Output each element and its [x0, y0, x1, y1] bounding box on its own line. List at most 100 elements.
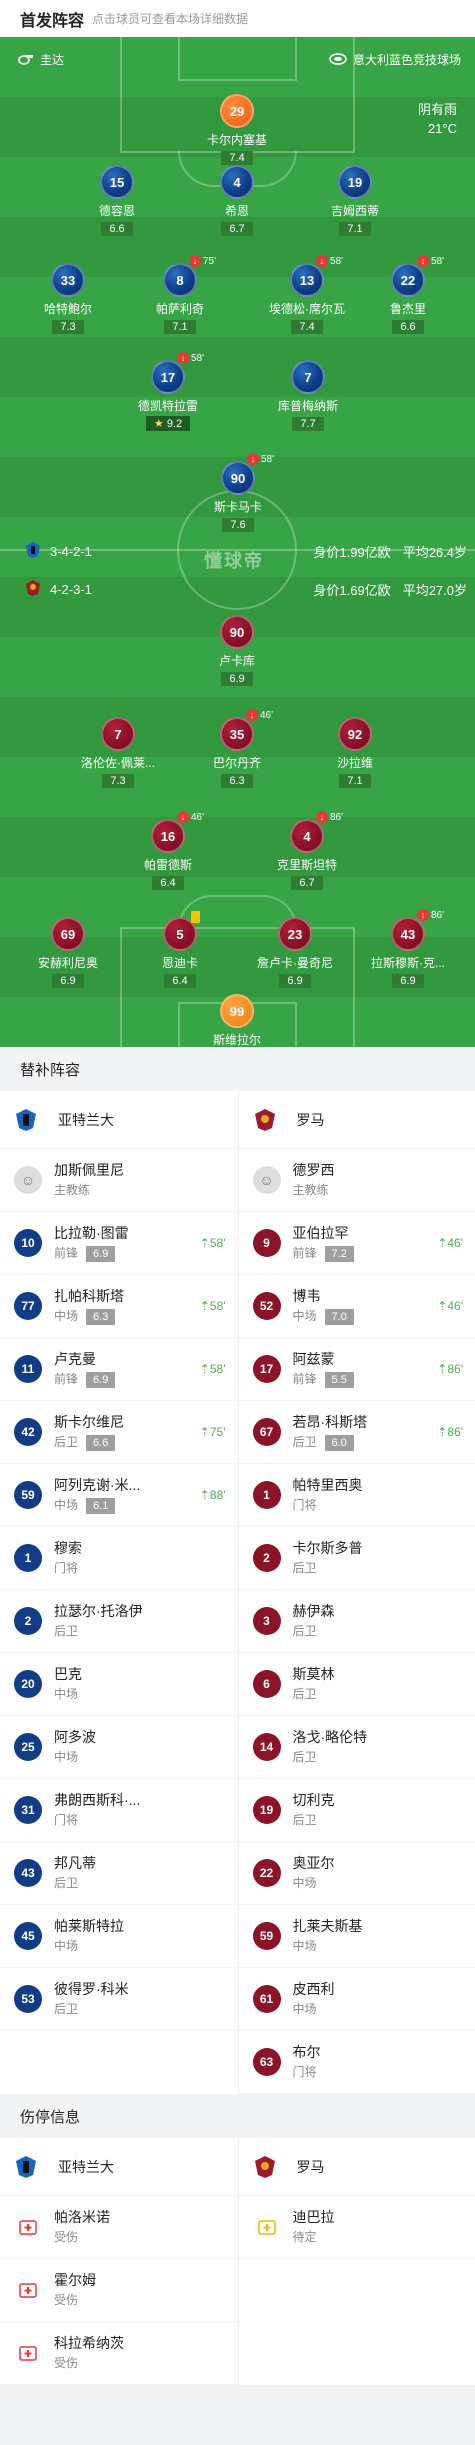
away-injury-team-name: 罗马: [296, 2158, 325, 2175]
home-sub-row[interactable]: 25 阿多波 中场: [0, 1716, 238, 1779]
sub-position: 后卫: [292, 1750, 317, 1764]
away-sub-row[interactable]: 9 亚伯拉罕 前锋 7.2 ⇡46': [238, 1212, 475, 1275]
sub-on-minute: 86': [447, 1362, 463, 1376]
away-player[interactable]: 5 恩迪卡 6.4: [130, 911, 230, 989]
player-rating: 6.4: [152, 876, 184, 890]
away-team-row[interactable]: 罗马: [238, 1091, 475, 1149]
sub-name: 阿兹蒙: [292, 1351, 335, 1367]
sub-position: 中场: [54, 1498, 79, 1512]
home-player[interactable]: 90 ↓ 58' 斯卡马卡 7.6: [188, 453, 288, 533]
away-sub-row[interactable]: 3 赫伊森 后卫: [238, 1590, 475, 1653]
sub-name: 赫伊森: [292, 1603, 335, 1619]
home-sub-row[interactable]: 53 彼得罗·科米 后卫: [0, 1968, 238, 2031]
sub-on-minute: 46': [447, 1236, 463, 1250]
home-sub-row[interactable]: 45 帕莱斯特拉 中场: [0, 1905, 238, 1968]
home-player[interactable]: 29 卡尔内塞基 7.4: [187, 94, 287, 166]
away-player[interactable]: 35 ↓ 46' 巴尔丹齐 6.3: [187, 709, 287, 789]
away-player[interactable]: 16 ↓ 46' 帕雷德斯 6.4: [118, 811, 218, 891]
away-formation-row: 4-2-3-1 身价1.69亿欧 平均27.0岁: [26, 580, 467, 599]
home-player[interactable]: 15 德容恩 6.6: [67, 165, 167, 237]
player-name: 洛伦佐·佩莱...: [81, 756, 155, 770]
home-sub-row[interactable]: 31 弗朗西斯科·... 门将: [0, 1779, 238, 1842]
home-sub-row[interactable]: 42 斯卡尔维尼 后卫 6.6 ⇡75': [0, 1401, 238, 1464]
away-sub-row[interactable]: 2 卡尔斯多普 后卫: [238, 1527, 475, 1590]
player-number: 7: [101, 717, 135, 751]
sub-name: 扎莱夫斯基: [292, 1918, 363, 1934]
home-sub-row[interactable]: 20 巴克 中场: [0, 1653, 238, 1716]
home-player[interactable]: 33 哈特鲍尔 7.3: [18, 263, 118, 335]
home-sub-row[interactable]: 11 卢克曼 前锋 6.9 ⇡58': [0, 1338, 238, 1401]
player-rating-value: 7.1: [347, 775, 363, 787]
player-rating-value: 7.7: [300, 418, 316, 430]
sub-name: 拉瑟尔·托洛伊: [54, 1603, 143, 1619]
sub-position-line: 门将: [54, 1810, 140, 1830]
sub-on-arrow-icon: ⇡: [437, 1425, 448, 1439]
sub-info: 帕莱斯特拉 中场: [54, 1916, 124, 1956]
home-player[interactable]: 4 希恩 6.7: [187, 165, 287, 237]
sub-position-line: 中场 6.1: [54, 1495, 140, 1515]
player-ball-wrap: 69: [51, 917, 85, 951]
home-player[interactable]: 22 ↓ 58' 鲁杰里 6.6: [358, 255, 458, 335]
player-rating: 7.4: [221, 151, 253, 165]
sub-minute: 86': [431, 910, 445, 921]
away-player[interactable]: 7 洛伦佐·佩莱... 7.3: [68, 717, 168, 789]
home-player[interactable]: 8 ↓ 75' 帕萨利奇 7.1: [130, 255, 230, 335]
away-sub-row[interactable]: 67 若昂·科斯塔 后卫 6.0 ⇡86': [238, 1401, 475, 1464]
home-player[interactable]: 7 库普梅纳斯 7.7: [258, 360, 358, 432]
home-player[interactable]: 17 ↓ 58' 德凯特拉雷 ★ 9.2: [118, 352, 218, 432]
away-player[interactable]: 99斯维拉尔7.8: [187, 994, 287, 1047]
atalanta-logo-icon: [14, 1108, 38, 1132]
away-sub-row[interactable]: 17 阿兹蒙 前锋 5.5 ⇡86': [238, 1338, 475, 1401]
home-player[interactable]: 13 ↓ 58' 埃德松·席尔瓦 7.4: [257, 255, 357, 335]
home-injury-row[interactable]: 帕洛米诺 受伤: [0, 2196, 238, 2259]
player-name: 哈特鲍尔: [43, 302, 92, 316]
home-sub-row[interactable]: 10 比拉勒·图雷 前锋 6.9 ⇡58': [0, 1212, 238, 1275]
home-sub-row[interactable]: 43 邦凡蒂 后卫: [0, 1842, 238, 1905]
sub-name: 切利克: [292, 1792, 335, 1808]
player-ball-wrap: 17 ↓ 58': [151, 352, 204, 394]
home-sub-row[interactable]: 59 阿列克谢·米... 中场 6.1 ⇡88': [0, 1464, 238, 1527]
home-sub-row[interactable]: 2 拉瑟尔·托洛伊 后卫: [0, 1590, 238, 1653]
away-coach-row[interactable]: ☺ 德罗西 主教练: [238, 1149, 475, 1212]
home-injury-row[interactable]: 科拉希纳茨 受伤: [0, 2322, 238, 2385]
away-player[interactable]: 4 ↓ 86' 克里斯坦特 6.7: [257, 811, 357, 891]
sub-position-line: 门将: [293, 1495, 363, 1515]
away-sub-row[interactable]: 22 奥亚尔 中场: [238, 1842, 475, 1905]
away-sub-row[interactable]: 63 布尔 门将: [238, 2031, 475, 2094]
away-sub-row[interactable]: 59 扎莱夫斯基 中场: [238, 1905, 475, 1968]
away-player[interactable]: 69 安赫利尼奥 6.9: [18, 917, 118, 989]
away-injury-team-row[interactable]: 罗马: [238, 2138, 475, 2196]
away-player[interactable]: 90 卢卡库 6.9: [187, 615, 287, 687]
doubtful-icon: [253, 2213, 281, 2241]
home-sub-row[interactable]: 77 扎帕科斯塔 中场 6.3 ⇡58': [0, 1275, 238, 1338]
away-sub-row[interactable]: 1 帕特里西奥 门将: [238, 1464, 475, 1527]
sub-arrow-icon: ↓: [246, 709, 258, 721]
home-injury-team-row[interactable]: 亚特兰大: [0, 2138, 238, 2196]
home-team-row[interactable]: 亚特兰大: [0, 1091, 238, 1149]
player-rating-value: 7.4: [229, 152, 245, 164]
player-ball-wrap: 33: [51, 263, 85, 297]
away-player[interactable]: 92 沙拉维 7.1: [305, 717, 405, 789]
away-player[interactable]: 43 ↓ 86' 拉斯穆斯·克... 6.9: [358, 909, 458, 989]
away-player[interactable]: 23 詹卢卡·曼奇尼 6.9: [245, 917, 345, 989]
sub-name: 卢克曼: [54, 1351, 96, 1367]
sub-rating: 7.0: [324, 1309, 354, 1325]
away-sub-row[interactable]: 61 皮西利 中场: [238, 1968, 475, 2031]
home-coach-row[interactable]: ☺ 加斯佩里尼 主教练: [0, 1149, 238, 1212]
away-sub-row[interactable]: 14 洛戈·略伦特 后卫: [238, 1716, 475, 1779]
away-sub-row[interactable]: 6 斯莫林 后卫: [238, 1653, 475, 1716]
away-sub-row[interactable]: 52 博韦 中场 7.0 ⇡46': [238, 1275, 475, 1338]
sub-number: 20: [14, 1670, 42, 1698]
sub-rating: 5.5: [324, 1372, 354, 1388]
home-player[interactable]: 19 吉姆西蒂 7.1: [305, 165, 405, 237]
sub-info: 卡尔斯多普 后卫: [293, 1538, 363, 1578]
home-age: 平均26.4岁: [402, 545, 467, 560]
away-sub-row[interactable]: 19 切利克 后卫: [238, 1779, 475, 1842]
sub-position-line: 门将: [54, 1558, 82, 1578]
sub-name: 斯莫林: [292, 1666, 335, 1682]
away-injury-row[interactable]: 迪巴拉 待定: [238, 2196, 475, 2259]
sub-info: 博韦 中场 7.0: [293, 1286, 354, 1326]
home-sub-row[interactable]: 1 穆索 门将: [0, 1527, 238, 1590]
home-injury-row[interactable]: 霍尔姆 受伤: [0, 2259, 238, 2322]
player-rating-value: 7.1: [172, 321, 188, 333]
